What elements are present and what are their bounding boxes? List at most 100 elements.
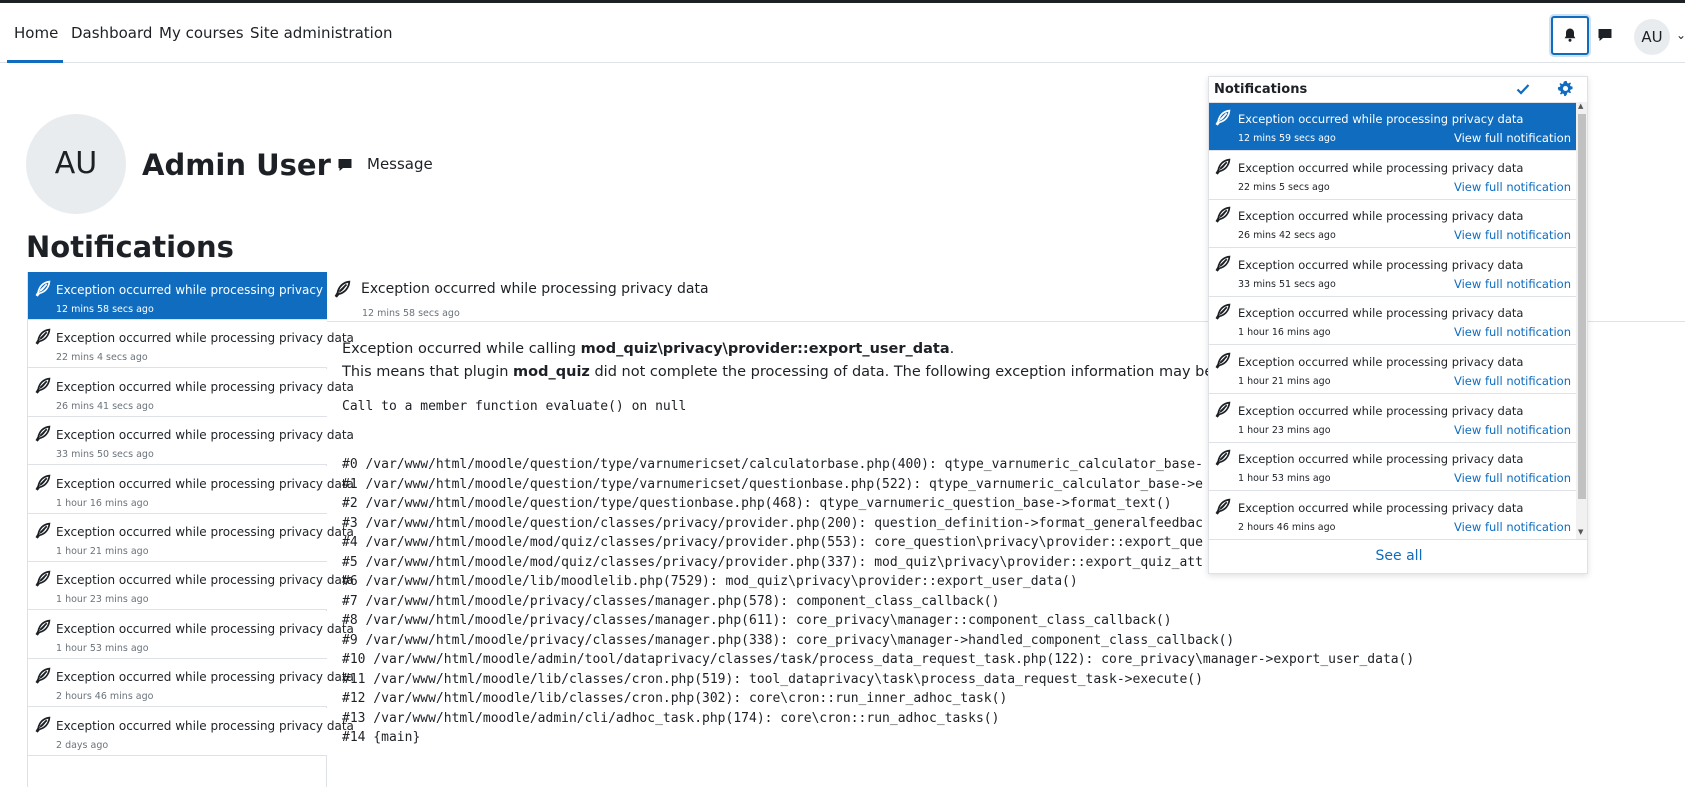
popover-scrollbar[interactable]: ▲ ▼ [1576,102,1587,539]
view-full-notification-link[interactable]: View full notification [1454,520,1571,534]
feather-icon [1214,303,1231,324]
feather-icon [1214,206,1231,227]
stack-trace-line: #5 /var/www/html/moodle/mod/quiz/classes… [342,554,1203,570]
stack-trace-line: #2 /var/www/html/moodle/question/type/qu… [342,496,1172,511]
stack-trace-line: #13 /var/www/html/moodle/admin/cli/adhoc… [342,710,1000,726]
detail-message-line-1: Exception occurred while calling mod_qui… [342,341,955,357]
message-icon[interactable] [1597,27,1613,43]
popover-notification-item[interactable]: Exception occurred while processing priv… [1209,248,1576,297]
message-button-label: Message [367,155,433,173]
notification-list-item[interactable]: Exception occurred while processing priv… [28,562,354,611]
user-avatar[interactable]: AU [1634,19,1670,55]
popover-item-subject: Exception occurred while processing priv… [1238,257,1524,272]
list-item-time: 26 mins 41 secs ago [56,400,154,412]
notification-list-item[interactable]: Exception occurred while processing priv… [28,417,354,466]
nav-home[interactable]: Home [14,24,58,42]
list-item-subject: Exception occurred while processing priv… [56,573,354,588]
view-full-notification-link[interactable]: View full notification [1454,228,1571,242]
popover-item-time: 26 mins 42 secs ago [1238,230,1336,242]
stack-trace-line: #1 /var/www/html/moodle/question/type/va… [342,476,1203,492]
nav-my-courses[interactable]: My courses [159,24,244,42]
notification-list-item[interactable]: Exception occurred while processing priv… [28,368,354,417]
feather-icon [333,280,351,302]
navbar: Home Dashboard My courses Site administr… [0,3,1685,63]
nav-site-administration[interactable]: Site administration [250,24,393,42]
feather-icon [34,328,51,349]
feather-icon [1214,158,1231,179]
popover-notification-item[interactable]: Exception occurred while processing priv… [1209,394,1576,443]
popover-notification-item[interactable]: Exception occurred while processing priv… [1209,103,1576,151]
stack-trace-line: #4 /var/www/html/moodle/mod/quiz/classes… [342,535,1203,550]
notification-list-item[interactable]: Exception occurred while processing priv… [28,707,354,756]
chevron-down-icon[interactable]: ⌄ [1676,28,1685,42]
popover-item-subject: Exception occurred while processing priv… [1238,355,1524,369]
popover-notification-item[interactable]: Exception occurred while processing priv… [1209,151,1576,200]
scroll-down-icon[interactable]: ▼ [1578,528,1583,536]
view-full-notification-link[interactable]: View full notification [1454,374,1571,388]
view-full-notification-link[interactable]: View full notification [1454,471,1571,485]
feather-icon [1214,109,1231,130]
notification-list-item[interactable]: Exception occurred while processing priv… [28,320,354,369]
popover-notification-item[interactable]: Exception occurred while processing priv… [1209,443,1576,492]
nav-dashboard[interactable]: Dashboard [71,24,152,42]
popover-item-subject: Exception occurred while processing priv… [1238,306,1524,321]
list-item-time: 33 mins 50 secs ago [56,449,154,461]
popover-notification-item[interactable]: Exception occurred while processing priv… [1209,346,1576,394]
feather-icon [34,474,51,495]
list-item-time: 1 hour 23 mins ago [56,594,149,606]
view-full-notification-link[interactable]: View full notification [1454,180,1571,194]
stack-trace-line: #0 /var/www/html/moodle/question/type/va… [342,457,1203,472]
popover-item-subject: Exception occurred while processing priv… [1238,209,1524,224]
popover-notification-item[interactable]: Exception occurred while processing priv… [1209,200,1576,249]
popover-item-time: 2 hours 46 mins ago [1238,521,1336,533]
list-item-time: 2 days ago [56,739,109,751]
notifications-popover: Notifications Exception occurred while p… [1208,76,1588,574]
feather-icon [34,280,51,301]
popover-notification-item[interactable]: Exception occurred while processing priv… [1209,491,1576,539]
list-item-subject: Exception occurred while processing priv… [56,283,354,297]
stack-trace-line: #10 /var/www/html/moodle/admin/tool/data… [342,652,1415,667]
popover-item-subject: Exception occurred while processing priv… [1238,112,1524,126]
view-full-notification-link[interactable]: View full notification [1454,277,1571,291]
popover-item-time: 22 mins 5 secs ago [1238,181,1330,193]
popover-footer: See all [1209,539,1587,573]
list-item-subject: Exception occurred while processing priv… [56,379,354,394]
list-item-time: 22 mins 4 secs ago [56,352,148,364]
notification-list-item[interactable]: Exception occurred while processing priv… [28,465,354,514]
popover-item-time: 1 hour 53 mins ago [1238,473,1331,485]
popover-scrollbar-thumb[interactable] [1578,114,1586,499]
popover-item-time: 33 mins 51 secs ago [1238,278,1336,290]
stack-trace-line: #8 /var/www/html/moodle/privacy/classes/… [342,613,1172,628]
see-all-link[interactable]: See all [1376,548,1423,564]
view-full-notification-link[interactable]: View full notification [1454,423,1571,437]
notification-list-item[interactable]: Exception occurred while processing priv… [28,659,354,708]
list-item-time: 1 hour 16 mins ago [56,497,149,509]
page-title: Notifications [26,230,234,264]
list-item-subject: Exception occurred while processing priv… [56,670,354,685]
popover-item-time: 12 mins 59 secs ago [1238,133,1336,144]
gear-icon[interactable] [1557,80,1574,97]
scroll-up-icon[interactable]: ▲ [1578,102,1583,110]
stack-trace-line: #11 /var/www/html/moodle/lib/classes/cro… [342,671,1203,687]
stack-trace-line: #6 /var/www/html/moodle/lib/moodlelib.ph… [342,574,1078,589]
popover-title: Notifications [1214,82,1308,97]
feather-icon [34,425,51,446]
notification-list-item[interactable]: Exception occurred while processing priv… [28,610,354,659]
list-item-subject: Exception occurred while processing priv… [56,476,354,491]
notification-list-item[interactable]: Exception occurred while processing priv… [28,272,354,320]
list-item-subject: Exception occurred while processing priv… [56,428,354,443]
notification-list-item[interactable]: Exception occurred while processing priv… [28,514,354,562]
stack-trace-line: #9 /var/www/html/moodle/privacy/classes/… [342,632,1235,648]
list-item-subject: Exception occurred while processing priv… [56,718,354,733]
view-full-notification-link[interactable]: View full notification [1454,131,1571,145]
list-item-subject: Exception occurred while processing priv… [56,331,354,346]
check-icon[interactable] [1515,81,1531,97]
popover-item-time: 1 hour 16 mins ago [1238,327,1331,339]
popover-item-subject: Exception occurred while processing priv… [1238,160,1524,175]
view-full-notification-link[interactable]: View full notification [1454,325,1571,339]
notifications-toggle[interactable] [1551,16,1589,55]
list-item-time: 2 hours 46 mins ago [56,691,154,703]
popover-notification-item[interactable]: Exception occurred while processing priv… [1209,297,1576,346]
popover-item-time: 1 hour 23 mins ago [1238,424,1331,436]
detail-subject: Exception occurred while processing priv… [361,281,709,297]
